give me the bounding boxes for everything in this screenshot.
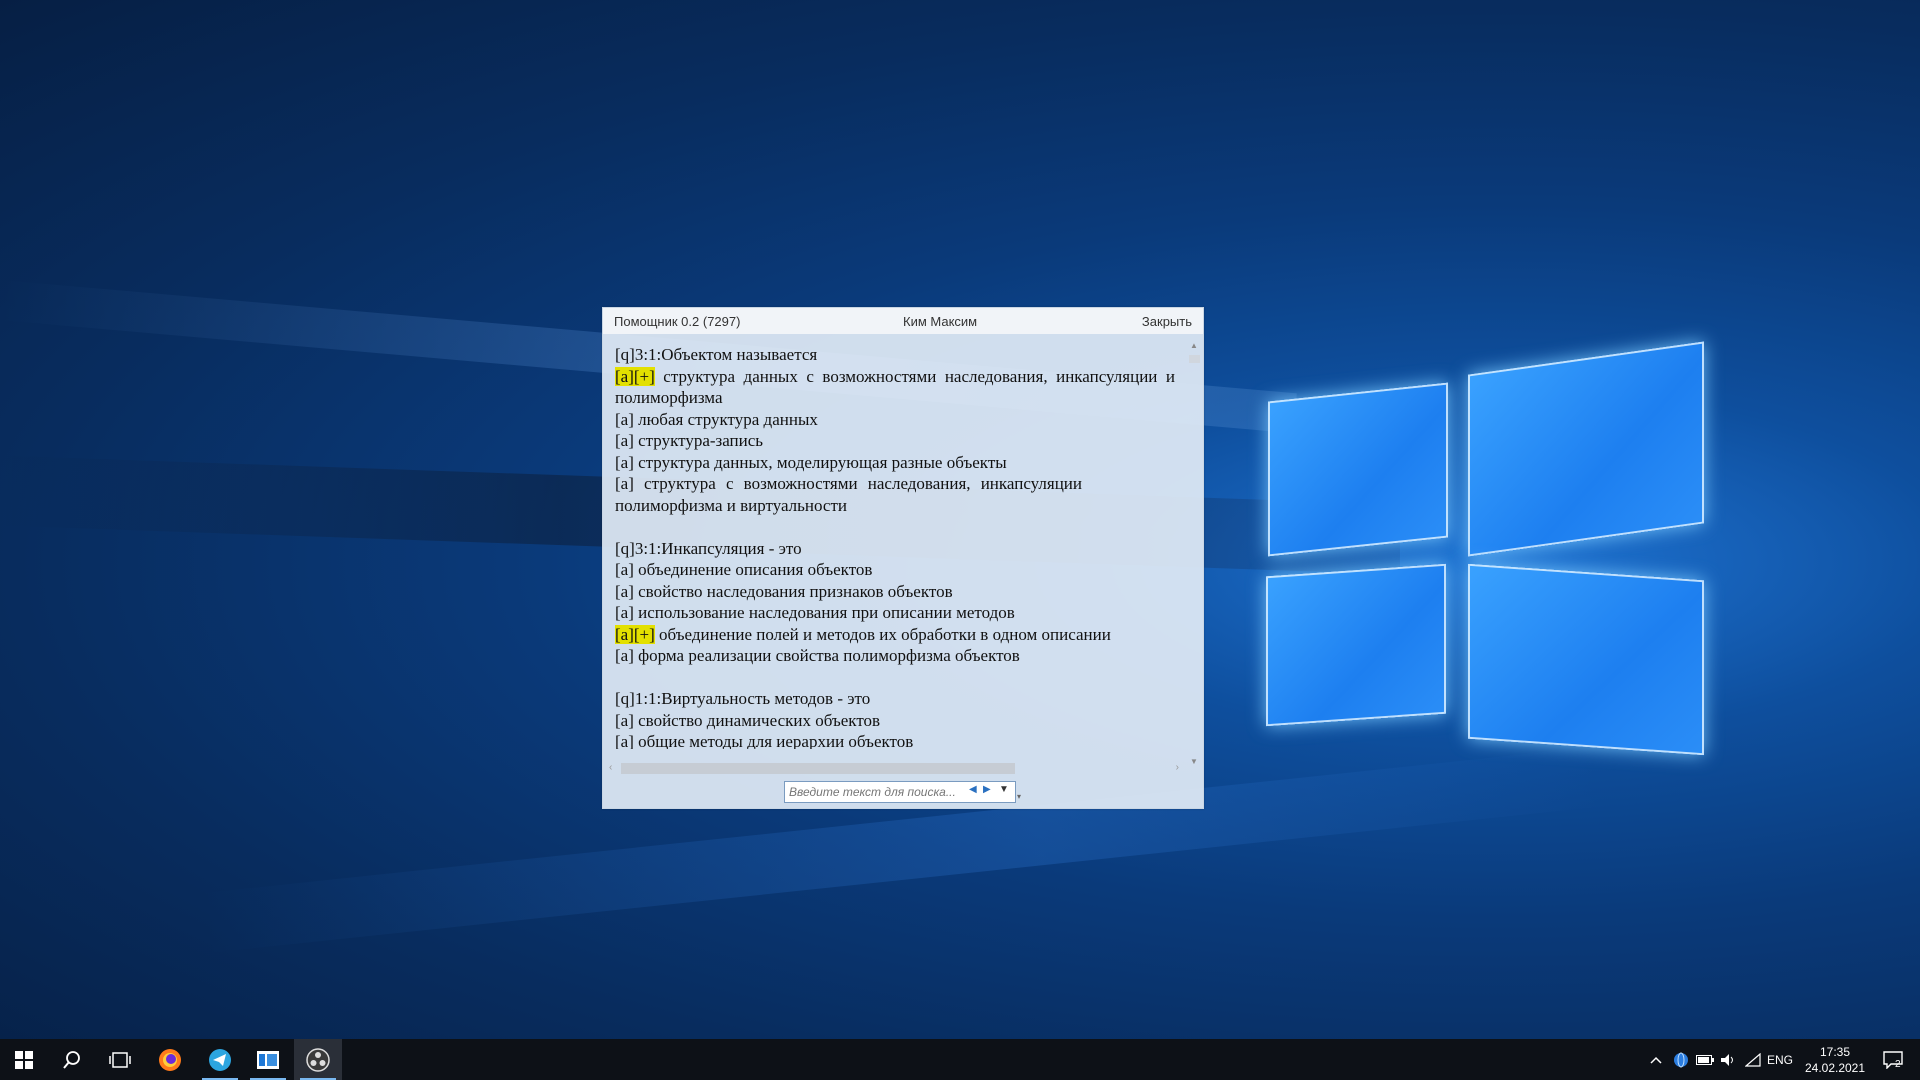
- answer-option: [a] свойство динамических объектов: [615, 710, 881, 730]
- window-titlebar[interactable]: Помощник 0.2 (7297) Ким Максим Закрыть: [603, 308, 1203, 334]
- answer-option: [a] структура данных, моделирующая разны…: [615, 452, 1007, 472]
- search-input[interactable]: [787, 783, 969, 801]
- horizontal-scrollbar[interactable]: ‹ ›: [607, 760, 1183, 774]
- horizontal-scroll-thumb[interactable]: [621, 763, 1015, 774]
- telegram-icon[interactable]: [196, 1039, 244, 1080]
- user-name: Ким Максим: [903, 314, 978, 329]
- close-button[interactable]: Закрыть: [1142, 314, 1192, 329]
- vertical-scrollbar[interactable]: ▲ ▼: [1187, 340, 1201, 768]
- volume-icon[interactable]: [1718, 1039, 1740, 1080]
- battery-icon[interactable]: [1694, 1039, 1716, 1080]
- answer-option: [a] структура-запись: [615, 431, 764, 450]
- network-globe-icon[interactable]: [1670, 1039, 1692, 1080]
- correct-answer-marker: [a][+]: [615, 366, 655, 386]
- logo-pane: [1468, 563, 1704, 756]
- wifi-icon[interactable]: [1742, 1039, 1764, 1080]
- answer-option: [a] общие методы для иерархии объектов: [615, 732, 914, 749]
- answer-option: [a] свойство наследования признаков объе…: [615, 581, 953, 601]
- taskbar: ENG 17:35 24.02.2021 2: [0, 1039, 1920, 1080]
- scroll-down-icon[interactable]: ▼: [1189, 758, 1199, 766]
- toolbar-options-icon[interactable]: ▾: [1017, 792, 1021, 801]
- logo-pane: [1266, 563, 1446, 727]
- answer-text: объединение полей и методов их обработки…: [654, 624, 1111, 644]
- search-icon[interactable]: [48, 1039, 96, 1080]
- questions-text-area[interactable]: [q]3:1:Объектом называется [a][+] структ…: [615, 344, 1175, 749]
- logo-pane: [1268, 382, 1448, 557]
- search-options-dropdown-icon[interactable]: ▼: [999, 784, 1009, 795]
- logo-pane: [1468, 341, 1704, 557]
- answer-option: [a] любая структура данных: [615, 409, 818, 429]
- task-view-icon[interactable]: [96, 1039, 144, 1080]
- search-prev-icon[interactable]: ◀: [969, 784, 977, 795]
- answer-option: [a] использование наследования при описа…: [615, 603, 1015, 622]
- question-text: [q]1:1:Виртуальность методов - это: [615, 689, 871, 708]
- search-box: ◀ ▶ ▼ ▾: [784, 781, 1021, 803]
- assistant-window: Помощник 0.2 (7297) Ким Максим Закрыть […: [602, 307, 1204, 809]
- windows-logo-wallpaper: [1262, 341, 1712, 787]
- notification-count: 2: [1895, 1059, 1901, 1070]
- scroll-left-icon[interactable]: ‹: [609, 762, 612, 773]
- answer-option: [a] структура с возможностями наследован…: [615, 474, 1082, 515]
- notifications-icon[interactable]: 2: [1878, 1039, 1908, 1080]
- answer-option: [a] форма реализации свойства полиморфиз…: [615, 646, 1020, 665]
- question-text: [q]3:1:Инкапсуляция - это: [615, 538, 802, 558]
- firefox-icon[interactable]: [146, 1039, 194, 1080]
- window-title: Помощник 0.2 (7297): [614, 314, 741, 329]
- answer-correct: [a][+] объединение полей и методов их об…: [615, 624, 1175, 646]
- clock[interactable]: 17:35 24.02.2021: [1790, 1044, 1880, 1076]
- scroll-right-icon[interactable]: ›: [1176, 762, 1179, 773]
- search-next-icon[interactable]: ▶: [983, 784, 991, 795]
- clock-date: 24.02.2021: [1804, 1061, 1866, 1075]
- start-icon[interactable]: [0, 1039, 48, 1080]
- answer-correct: [a][+] структура данных с возможностями …: [615, 366, 1175, 409]
- vertical-scroll-thumb[interactable]: [1189, 355, 1200, 363]
- clock-time: 17:35: [1819, 1045, 1851, 1059]
- correct-answer-marker: [a][+]: [615, 624, 655, 644]
- tray-chevron-up-icon[interactable]: [1646, 1039, 1666, 1080]
- obs-icon[interactable]: [294, 1039, 342, 1080]
- answer-option: [a] объединение описания объектов: [615, 560, 873, 579]
- question-text: [q]3:1:Объектом называется: [615, 345, 818, 364]
- answer-text: структура данных с возможностями наследо…: [615, 366, 1175, 408]
- app-window-icon[interactable]: [244, 1039, 292, 1080]
- scroll-up-icon[interactable]: ▲: [1189, 342, 1199, 350]
